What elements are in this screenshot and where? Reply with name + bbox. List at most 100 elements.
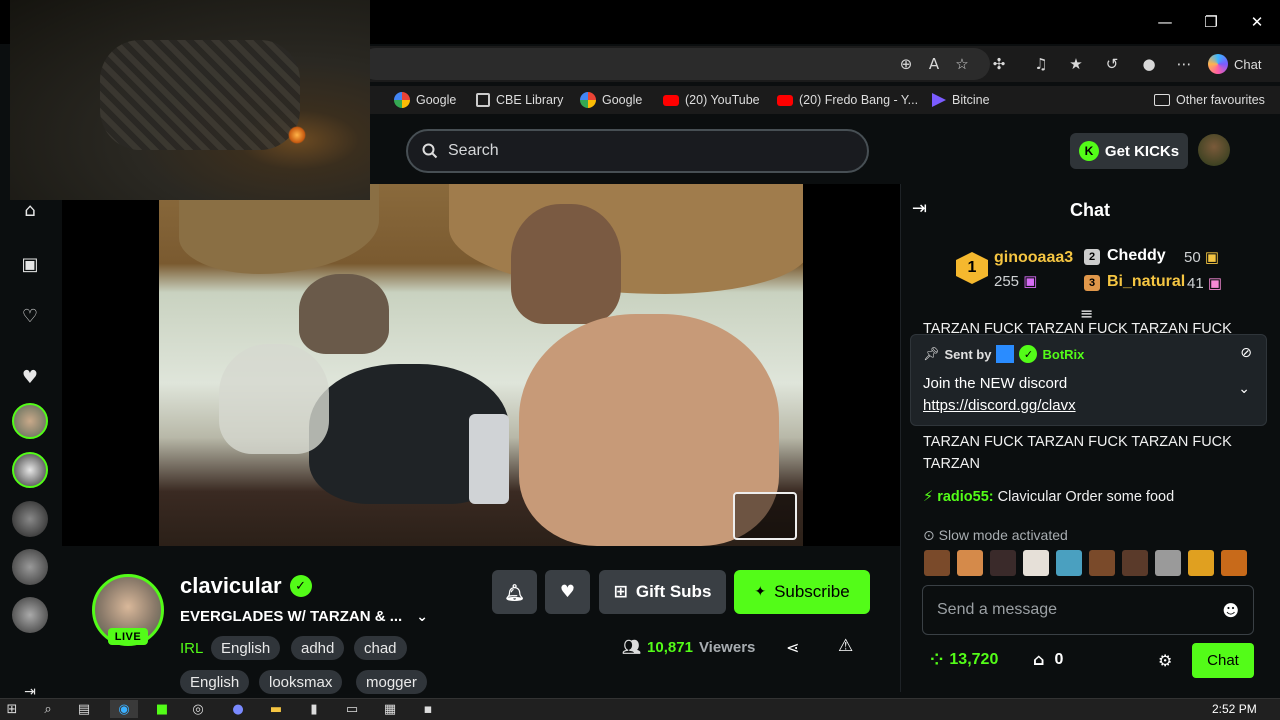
leaderboard-name-2[interactable]: Cheddy [1107, 247, 1166, 265]
gift-subs-button[interactable]: ⊞ Gift Subs [599, 570, 726, 614]
tag[interactable]: adhd [291, 636, 345, 660]
maximize-button[interactable]: ❐ [1188, 8, 1234, 36]
extensions-icon[interactable]: ✣ [987, 52, 1011, 76]
history-icon[interactable]: ↺ [1100, 52, 1124, 76]
pinned-message: 📌︎ Sent by ✓ BotRix ⊘ Join the NEW disco… [910, 334, 1267, 426]
emote[interactable] [957, 550, 983, 576]
favorite-google-1[interactable]: Google [394, 86, 456, 114]
discord-icon[interactable]: ● [228, 700, 248, 718]
favorite-fredo-bang[interactable]: (20) Fredo Bang - Y... [777, 86, 918, 114]
close-button[interactable]: ✕ [1234, 8, 1280, 36]
profile-icon[interactable]: ● [1137, 52, 1161, 76]
hide-pinned-icon[interactable]: ⊘ [1240, 345, 1252, 361]
emote[interactable] [990, 550, 1016, 576]
notification-bell-button[interactable]: 🔔︎ [492, 570, 537, 614]
pinned-link[interactable]: https://discord.gg/clavx [923, 397, 1076, 414]
rank-1-number: 1 [967, 259, 977, 276]
pin-icon: 📌︎ [923, 346, 940, 362]
more-menu-icon[interactable]: ⋯ [1172, 52, 1196, 76]
store-icon[interactable]: ▦ [380, 700, 400, 718]
chat-username[interactable]: radio55: [937, 489, 993, 505]
follow-button[interactable]: ♥ [545, 570, 590, 614]
points-value: 13,720 [949, 650, 999, 668]
search-input[interactable]: Search [406, 129, 869, 173]
browse-icon[interactable]: ▣ [14, 248, 46, 280]
leaderboard-count-3: 41 ▣ [1187, 275, 1223, 292]
sidebar-channel-avatar[interactable] [12, 452, 48, 488]
kick-app-icon[interactable]: ■ [152, 700, 172, 718]
taskbar-search-icon[interactable]: ⌕ [38, 700, 58, 718]
other-favourites[interactable]: Other favourites [1154, 86, 1265, 114]
live-badge: LIVE [108, 628, 148, 645]
rank-3-badge: 3 [1084, 275, 1100, 291]
sidebar-channel-avatar[interactable] [12, 549, 48, 585]
gift-icon: ▣ [1023, 273, 1038, 290]
verified-icon: ✓ [1019, 345, 1038, 363]
emote[interactable] [1056, 550, 1082, 576]
tag[interactable]: looksmax [259, 670, 343, 694]
chat-title: Chat [1070, 199, 1110, 220]
emote[interactable] [924, 550, 950, 576]
favorite-youtube[interactable]: (20) YouTube [663, 86, 760, 114]
bell-icon: 🔔︎ [504, 582, 525, 602]
windows-start-icon[interactable]: ⊞ [2, 700, 22, 718]
tag[interactable]: chad [354, 636, 407, 660]
edge-icon[interactable]: ◉ [110, 700, 138, 718]
user-avatar[interactable] [1198, 134, 1230, 166]
emoji-icon[interactable]: ☻ [1222, 601, 1239, 620]
file-explorer-icon[interactable]: ▬ [266, 700, 286, 718]
app-icon[interactable]: ▭ [342, 700, 362, 718]
tag[interactable]: English [180, 670, 250, 694]
chat-settings-icon[interactable]: ⚙ [1158, 651, 1172, 670]
emote[interactable] [1122, 550, 1148, 576]
epic-games-icon[interactable]: ▮ [304, 700, 324, 718]
favorite-cbe-library[interactable]: CBE Library [476, 86, 563, 114]
emote[interactable] [1023, 550, 1049, 576]
emote[interactable] [1155, 550, 1181, 576]
sidebar-channel-avatar[interactable] [12, 597, 48, 633]
favorites-icon[interactable]: ★ [1064, 52, 1088, 76]
steam-icon[interactable]: ◎ [188, 700, 208, 718]
leaderboard-name-1[interactable]: ginooaaa3 [994, 249, 1073, 267]
task-view-icon[interactable]: ▤ [74, 700, 94, 718]
app-icon[interactable]: ▪ [418, 700, 438, 718]
emote[interactable] [1188, 550, 1214, 576]
chat-message: TARZAN FUCK TARZAN FUCK TARZAN FUCK TARZ… [923, 434, 1232, 472]
following-icon[interactable]: ♡ [14, 300, 46, 332]
channel-points[interactable]: ⁘ 13,720 [930, 650, 998, 669]
clock: 2:52 PM [1212, 702, 1257, 716]
report-icon[interactable]: ⚠ [838, 636, 853, 656]
chat-message-input[interactable]: Send a message ☻ [922, 585, 1254, 635]
heart-icon: ♥ [559, 582, 576, 602]
chevron-down-icon[interactable]: ⌄ [416, 609, 428, 625]
category-link[interactable]: IRL [180, 640, 203, 657]
favorite-google-2[interactable]: Google [580, 86, 642, 114]
emote[interactable] [1089, 550, 1115, 576]
favorite-star-icon[interactable]: ☆ [950, 52, 974, 76]
get-kicks-button[interactable]: K Get KICKs [1070, 133, 1188, 169]
chevron-down-icon[interactable]: ⌄ [1238, 381, 1250, 397]
tag[interactable]: mogger [356, 670, 427, 694]
leaderboard-name-3[interactable]: Bi_natural [1107, 273, 1185, 291]
copilot-button[interactable]: Chat [1208, 50, 1261, 78]
tag[interactable]: English [211, 636, 281, 660]
emote[interactable] [1221, 550, 1247, 576]
read-aloud-icon[interactable]: A [922, 52, 946, 76]
sidebar-channel-avatar[interactable] [12, 501, 48, 537]
media-icon[interactable]: ♫ [1029, 52, 1053, 76]
copilot-label: Chat [1234, 56, 1262, 72]
kick-coin-icon: K [1078, 141, 1099, 161]
video-frame[interactable] [159, 184, 803, 546]
chat-send-button[interactable]: Chat [1192, 643, 1254, 678]
sidebar-channel-avatar[interactable] [12, 403, 48, 439]
subscribe-button[interactable]: ✦ Subscribe [734, 570, 870, 614]
streamer-name[interactable]: clavicular ✓ [180, 573, 312, 599]
zoom-icon[interactable]: ⊕ [894, 52, 918, 76]
favorite-label: Google [602, 93, 643, 107]
shop[interactable]: ⌂ 0 [1033, 650, 1063, 669]
favorite-bitcine[interactable]: Bitcine [932, 86, 990, 114]
badge-icon: ⚡︎ [923, 489, 934, 505]
points-icon: ⁘ [930, 650, 944, 669]
minimize-button[interactable]: — [1142, 8, 1188, 36]
share-icon[interactable]: ⋖ [786, 638, 799, 657]
